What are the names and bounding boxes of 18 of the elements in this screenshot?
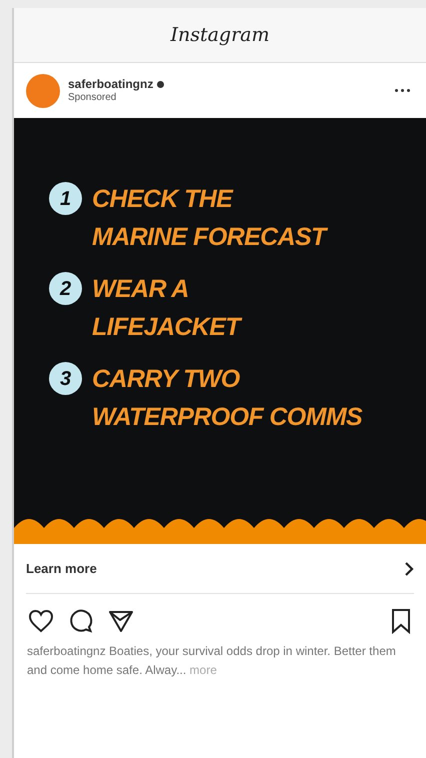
avatar[interactable] [26, 74, 60, 108]
step-text: CHECK THE MARINE FORECAST [92, 184, 326, 253]
bookmark-icon[interactable] [390, 608, 412, 634]
comment-icon[interactable] [68, 608, 94, 634]
app-title: Instagram [170, 22, 270, 48]
step-number: 1 [49, 182, 82, 215]
chevron-right-icon [404, 560, 414, 576]
username[interactable]: saferboatingnz [68, 76, 154, 92]
heart-icon[interactable] [28, 609, 54, 633]
step-text: WEAR A LIFEJACKET [92, 270, 240, 346]
sponsored-label: Sponsored [68, 92, 118, 104]
more-options-icon[interactable] [395, 89, 410, 92]
learn-more-link[interactable]: Learn more [26, 544, 414, 594]
step-text: CARRY TWO WATERPROOF COMMS [92, 364, 362, 433]
step-number: 3 [49, 362, 82, 395]
send-icon[interactable] [108, 609, 134, 633]
caption: saferboatingnz Boaties, your survival odds drop in winter. Better them and come home safe. Alway... more [26, 643, 397, 679]
step-number: 2 [49, 272, 82, 305]
